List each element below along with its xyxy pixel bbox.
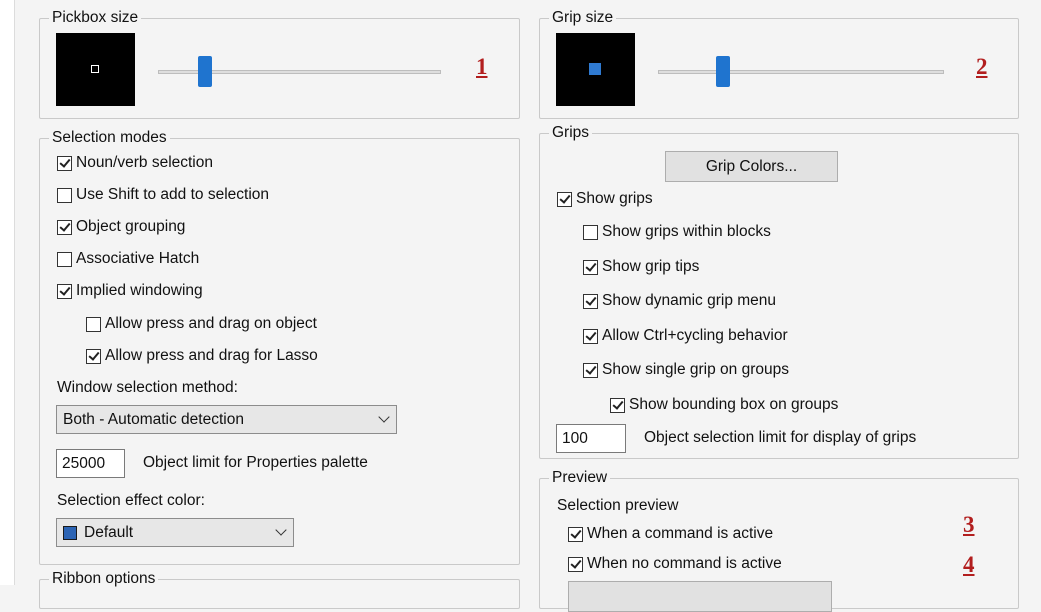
checkbox-label: Allow press and drag for Lasso — [105, 347, 318, 364]
annotation-number-3: 3 — [963, 512, 975, 537]
window-selection-method-dropdown[interactable]: Both - Automatic detection — [56, 405, 397, 434]
pickbox-size-group: Pickbox size 1 — [39, 8, 520, 119]
checkbox-box[interactable] — [583, 362, 598, 378]
grip-limit-label: Object selection limit for display of gr… — [644, 429, 917, 446]
grip-size-title: Grip size — [549, 8, 617, 28]
checkbox-label: Noun/verb selection — [76, 154, 213, 171]
selection-preview-label: Selection preview — [557, 497, 679, 514]
checkbox-label: Implied windowing — [76, 282, 203, 299]
checkbox-box[interactable] — [610, 397, 625, 413]
checkbox-show-dynamic-grip-menu[interactable]: Show dynamic grip menu — [583, 292, 776, 310]
checkbox-press-drag-lasso[interactable]: Allow press and drag for Lasso — [86, 347, 318, 365]
pickbox-preview — [56, 33, 135, 106]
window-selection-method-label: Window selection method: — [57, 379, 238, 396]
checkbox-label: Show grips — [576, 190, 653, 207]
checkbox-box[interactable] — [57, 219, 72, 235]
checkbox-show-grip-tips[interactable]: Show grip tips — [583, 258, 699, 276]
checkbox-implied-windowing[interactable]: Implied windowing — [57, 282, 203, 300]
checkbox-box[interactable] — [57, 283, 72, 299]
dropdown-value: Both - Automatic detection — [63, 410, 244, 428]
chevron-down-icon — [378, 411, 390, 423]
input-value: 25000 — [62, 454, 106, 472]
checkbox-box[interactable] — [57, 187, 72, 203]
checkbox-box[interactable] — [86, 316, 101, 332]
grips-group: Grips Grip Colors... Show grips Show gri… — [539, 123, 1019, 459]
left-edge-bar — [0, 0, 15, 585]
pickbox-square-icon — [91, 65, 99, 73]
checkbox-object-grouping[interactable]: Object grouping — [57, 218, 185, 236]
ribbon-options-group: Ribbon options — [39, 569, 520, 609]
selection-modes-group: Selection modes Noun/verb selection Use … — [39, 128, 520, 565]
grip-size-slider-thumb[interactable] — [716, 56, 730, 87]
ribbon-options-title: Ribbon options — [49, 569, 159, 589]
preview-group: Preview Selection preview When a command… — [539, 468, 1019, 612]
annotation-number-1: 1 — [476, 54, 488, 79]
checkbox-box[interactable] — [86, 348, 101, 364]
checkbox-box[interactable] — [583, 224, 598, 240]
checkbox-box[interactable] — [57, 155, 72, 171]
input-value: 100 — [562, 429, 588, 447]
pickbox-slider-thumb[interactable] — [198, 56, 212, 87]
checkbox-press-drag-object[interactable]: Allow press and drag on object — [86, 315, 317, 333]
checkbox-show-grips[interactable]: Show grips — [557, 190, 653, 208]
grip-colors-button[interactable]: Grip Colors... — [665, 151, 838, 182]
checkbox-label: Show grip tips — [602, 258, 700, 275]
selection-effect-color-label: Selection effect color: — [57, 492, 205, 509]
checkbox-associative-hatch[interactable]: Associative Hatch — [57, 250, 199, 268]
checkbox-box[interactable] — [583, 259, 598, 275]
checkbox-label: Allow press and drag on object — [105, 315, 317, 332]
checkbox-label: Show dynamic grip menu — [602, 292, 777, 309]
grip-square-icon — [589, 63, 601, 75]
checkbox-label: Object grouping — [76, 218, 186, 235]
checkbox-show-single-grip-groups[interactable]: Show single grip on groups — [583, 361, 789, 379]
object-limit-input[interactable]: 25000 — [56, 449, 125, 478]
checkbox-when-no-command-active[interactable]: When no command is active — [568, 555, 782, 573]
checkbox-allow-ctrl-cycling[interactable]: Allow Ctrl+cycling behavior — [583, 327, 788, 345]
annotation-number-4: 4 — [963, 552, 975, 577]
grip-limit-input[interactable]: 100 — [556, 424, 626, 453]
checkbox-box[interactable] — [568, 526, 583, 542]
pickbox-size-title: Pickbox size — [49, 8, 142, 28]
grip-size-group: Grip size 2 — [539, 8, 1019, 119]
checkbox-box[interactable] — [557, 191, 572, 207]
checkbox-label: Associative Hatch — [76, 250, 200, 267]
grips-title: Grips — [549, 123, 593, 143]
checkbox-label: Allow Ctrl+cycling behavior — [602, 327, 788, 344]
checkbox-box[interactable] — [583, 328, 598, 344]
button-label: Grip Colors... — [705, 157, 798, 175]
preview-title: Preview — [549, 468, 611, 488]
checkbox-show-grips-within-blocks[interactable]: Show grips within blocks — [583, 223, 771, 241]
selection-effect-color-dropdown[interactable]: Default — [56, 518, 294, 547]
annotation-number-2: 2 — [976, 54, 988, 79]
object-limit-label: Object limit for Properties palette — [143, 454, 368, 471]
selection-modes-title: Selection modes — [49, 128, 170, 148]
checkbox-label: Show grips within blocks — [602, 223, 771, 240]
checkbox-use-shift[interactable]: Use Shift to add to selection — [57, 186, 269, 204]
visual-effect-settings-button[interactable] — [568, 581, 832, 612]
checkbox-label: When no command is active — [587, 555, 782, 572]
checkbox-show-bounding-box-groups[interactable]: Show bounding box on groups — [610, 396, 838, 414]
checkbox-label: Show single grip on groups — [602, 361, 789, 378]
checkbox-label: When a command is active — [587, 525, 774, 542]
checkbox-box[interactable] — [568, 556, 583, 572]
checkbox-when-command-active[interactable]: When a command is active — [568, 525, 773, 543]
chevron-down-icon — [275, 524, 287, 536]
color-swatch — [63, 525, 77, 540]
checkbox-label: Use Shift to add to selection — [76, 186, 270, 203]
checkbox-box[interactable] — [57, 251, 72, 267]
dropdown-value: Default — [84, 523, 134, 541]
checkbox-noun-verb-selection[interactable]: Noun/verb selection — [57, 154, 213, 172]
checkbox-box[interactable] — [583, 293, 598, 309]
checkbox-label: Show bounding box on groups — [629, 396, 839, 413]
grip-size-slider-track[interactable] — [658, 70, 944, 74]
grip-preview — [556, 33, 635, 106]
